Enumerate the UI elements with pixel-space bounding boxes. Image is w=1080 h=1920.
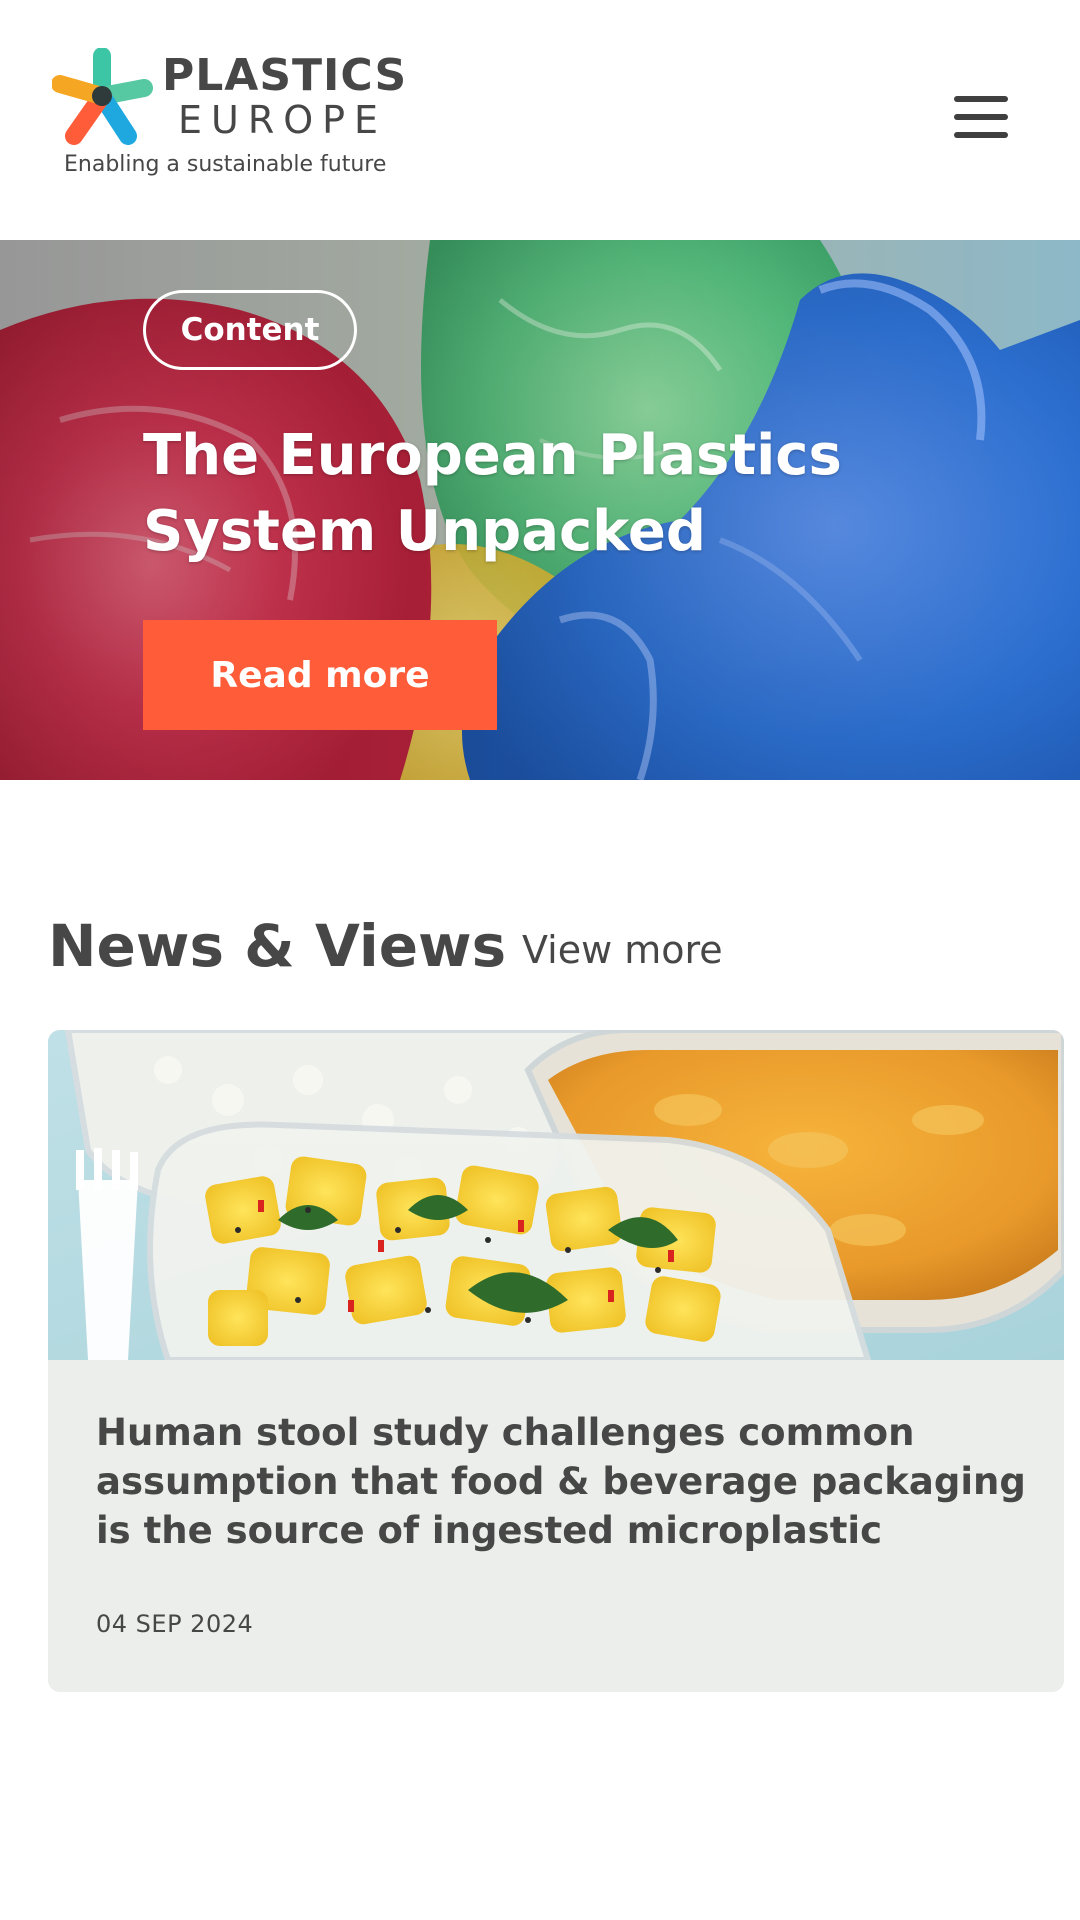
news-card-image-food-containers (48, 1030, 1064, 1360)
hero-title: The European Plastics System Unpacked (143, 423, 842, 564)
menu-bar-middle (954, 114, 1008, 120)
news-card-date: 04 SEP 2024 (96, 1610, 254, 1638)
plastics-europe-logo[interactable]: PLASTICS EUROPE Enabling a sustainable f… (48, 48, 406, 188)
site-header: PLASTICS EUROPE Enabling a sustainable f… (0, 0, 1080, 240)
logo-wordmark-line2: EUROPE (178, 98, 388, 142)
hero-content-tag[interactable]: Content (143, 290, 357, 370)
news-views-heading: News & Views (48, 912, 507, 980)
menu-bar-bottom (954, 132, 1008, 138)
news-card-title: Human stool study challenges common assu… (96, 1411, 1026, 1552)
menu-bar-top (954, 96, 1008, 102)
hero-banner: Content The European Plastics System Unp… (0, 240, 1080, 780)
logo-wordmark-line1: PLASTICS (162, 50, 408, 101)
logo-tagline: Enabling a sustainable future (64, 152, 387, 177)
plastics-europe-logo-mark-icon (52, 48, 153, 145)
news-card[interactable]: Human stool study challenges common assu… (48, 1030, 1064, 1692)
hamburger-menu-icon[interactable] (950, 92, 1012, 142)
view-more-link[interactable]: View more (522, 928, 723, 972)
read-more-button[interactable]: Read more (143, 620, 497, 730)
